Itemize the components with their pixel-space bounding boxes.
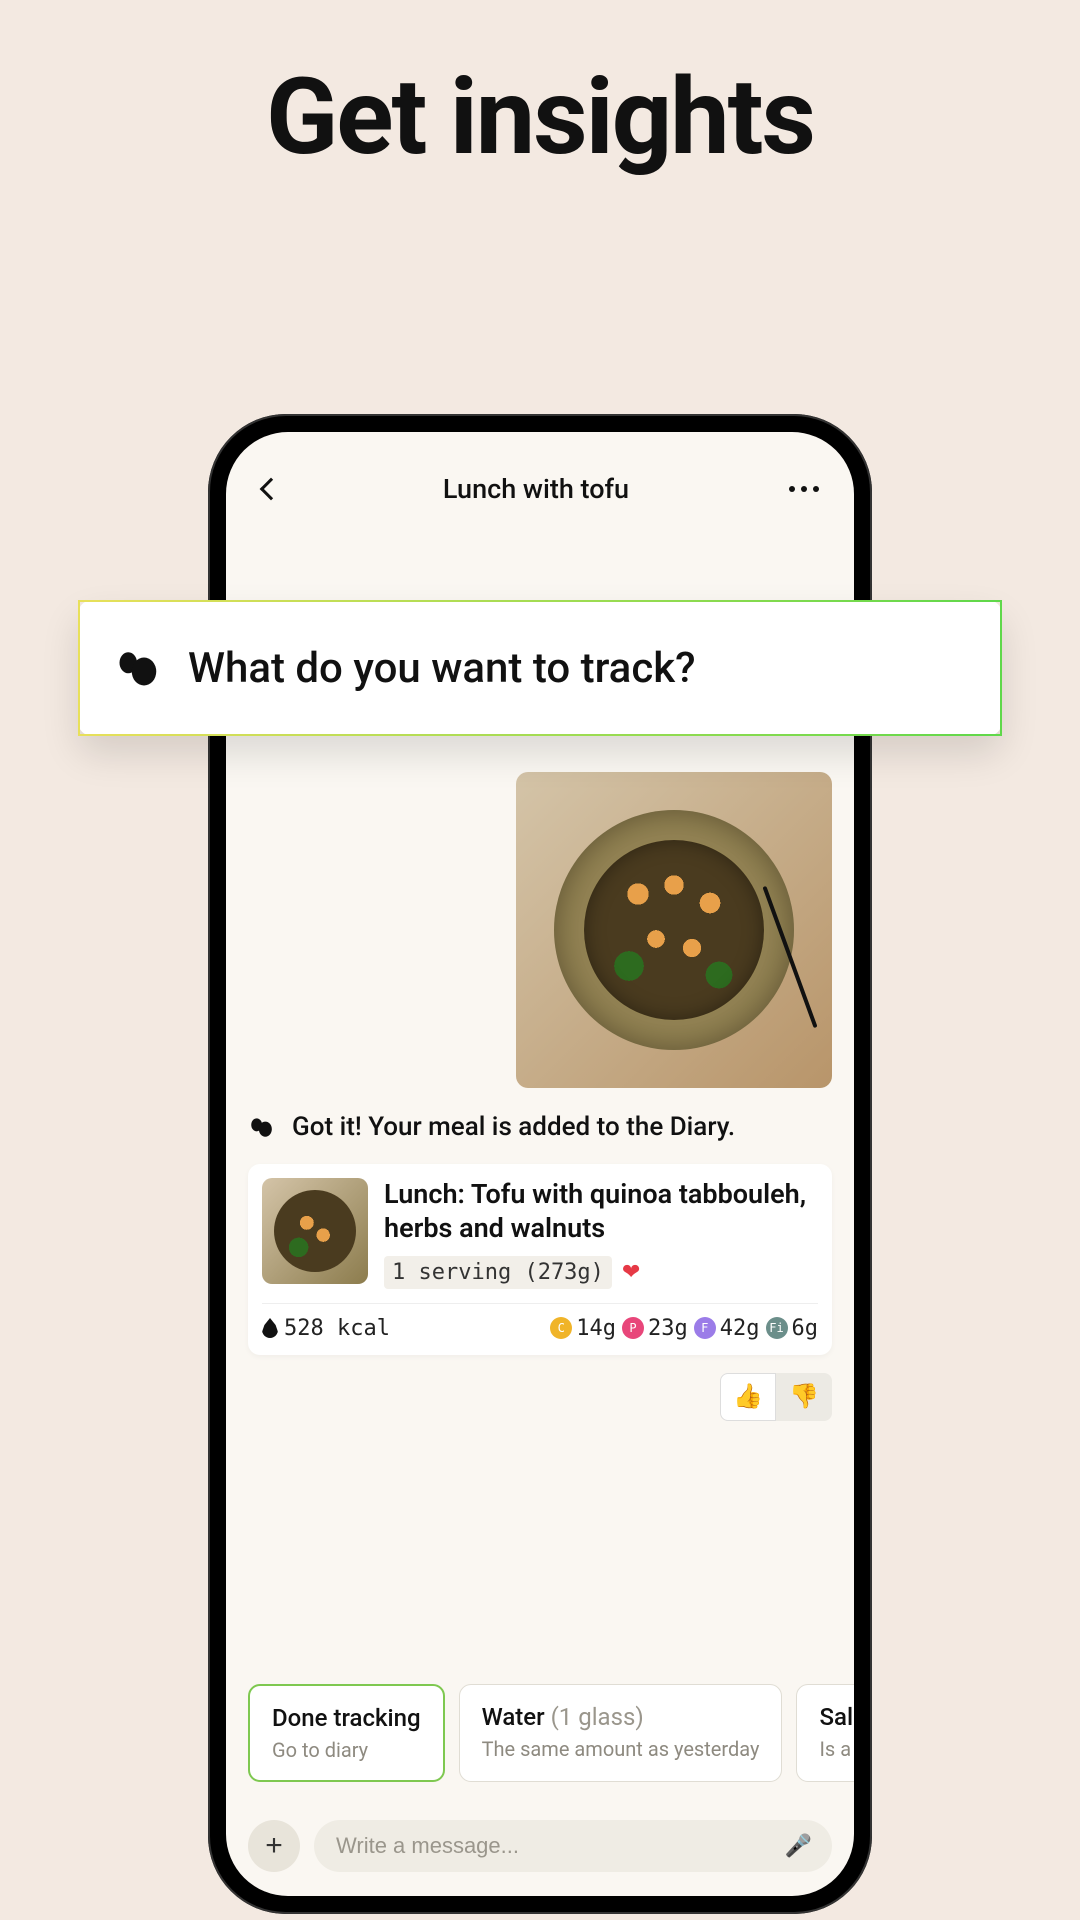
mic-button[interactable]: 🎤 — [785, 1833, 812, 1859]
chat-area: Got it! Your meal is added to the Diary.… — [226, 772, 854, 1896]
macros: C14g P23g F42g Fi6g — [550, 1316, 818, 1341]
plus-icon: + — [265, 1829, 283, 1863]
bot-message-row: Got it! Your meal is added to the Diary. — [248, 1112, 832, 1142]
macro-fat: F42g — [694, 1316, 760, 1341]
chip-subtitle: Is a co — [819, 1737, 854, 1761]
message-input[interactable] — [314, 1820, 832, 1872]
feedback-buttons: 👍 👎 — [720, 1373, 832, 1421]
fiber-value: 6g — [792, 1316, 819, 1341]
carbs-dot-icon: C — [550, 1317, 572, 1339]
protein-value: 23g — [648, 1316, 688, 1341]
macro-protein: P23g — [622, 1316, 688, 1341]
chip-water[interactable]: Water (1 glass) The same amount as yeste… — [459, 1684, 783, 1782]
chip-subtitle: The same amount as yesterday — [482, 1737, 760, 1761]
leaf-icon — [248, 1114, 274, 1140]
thumbs-down-icon: 👎 — [789, 1382, 819, 1411]
chevron-left-icon — [260, 478, 283, 501]
chip-done-tracking[interactable]: Done tracking Go to diary — [248, 1684, 445, 1782]
meal-stats: 528 kcal C14g P23g F42g Fi6g — [262, 1304, 818, 1341]
thumbs-up-icon: 👍 — [733, 1382, 763, 1411]
macro-carbs: C14g — [550, 1316, 616, 1341]
meal-serving-row: 1 serving (273g) ❤ — [384, 1256, 818, 1289]
navbar: Lunch with tofu — [226, 432, 854, 522]
protein-dot-icon: P — [622, 1317, 644, 1339]
fat-value: 42g — [720, 1316, 760, 1341]
chip-title: Water — [482, 1703, 545, 1731]
bot-confirmation-text: Got it! Your meal is added to the Diary. — [292, 1112, 735, 1142]
thumbs-up-button[interactable]: 👍 — [720, 1373, 776, 1421]
nav-title: Lunch with tofu — [443, 473, 629, 505]
meal-card[interactable]: Lunch: Tofu with quinoa tabbouleh, herbs… — [248, 1164, 832, 1355]
chip-title: Salm — [819, 1703, 854, 1731]
leaf-icon — [116, 647, 158, 689]
meal-title: Lunch: Tofu with quinoa tabbouleh, herbs… — [384, 1178, 818, 1246]
thumbs-down-button[interactable]: 👎 — [776, 1373, 832, 1421]
serving-size: 1 serving (273g) — [384, 1256, 612, 1289]
plate-illustration — [554, 810, 794, 1050]
meal-card-top: Lunch: Tofu with quinoa tabbouleh, herbs… — [262, 1178, 818, 1304]
fat-dot-icon: F — [694, 1317, 716, 1339]
fiber-dot-icon: Fi — [766, 1317, 788, 1339]
chip-title: Done tracking — [272, 1704, 421, 1732]
more-button[interactable] — [782, 467, 826, 511]
message-composer: + 🎤 — [248, 1820, 832, 1872]
track-prompt-text: What do you want to track? — [188, 644, 696, 693]
chip-subtitle: Go to diary — [272, 1738, 421, 1762]
page-heading: Get insights — [0, 55, 1080, 179]
mic-icon: 🎤 — [785, 1833, 812, 1858]
meal-thumbnail — [262, 1178, 368, 1284]
carbs-value: 14g — [576, 1316, 616, 1341]
back-button[interactable] — [246, 467, 290, 511]
calories-value: 528 kcal — [284, 1316, 390, 1341]
chip-detail: (1 glass) — [551, 1703, 644, 1731]
user-meal-photo[interactable] — [516, 772, 832, 1088]
suggestion-chips[interactable]: Done tracking Go to diary Water (1 glass… — [248, 1684, 854, 1782]
meal-info: Lunch: Tofu with quinoa tabbouleh, herbs… — [384, 1178, 818, 1289]
more-icon — [789, 486, 819, 492]
macro-fiber: Fi6g — [766, 1316, 819, 1341]
chip-salmon[interactable]: Salm Is a co — [796, 1684, 854, 1782]
heart-icon[interactable]: ❤ — [622, 1260, 640, 1285]
add-button[interactable]: + — [248, 1820, 300, 1872]
calories: 528 kcal — [262, 1316, 390, 1341]
flame-icon — [262, 1318, 278, 1338]
track-prompt-card[interactable]: What do you want to track? — [78, 600, 1002, 736]
